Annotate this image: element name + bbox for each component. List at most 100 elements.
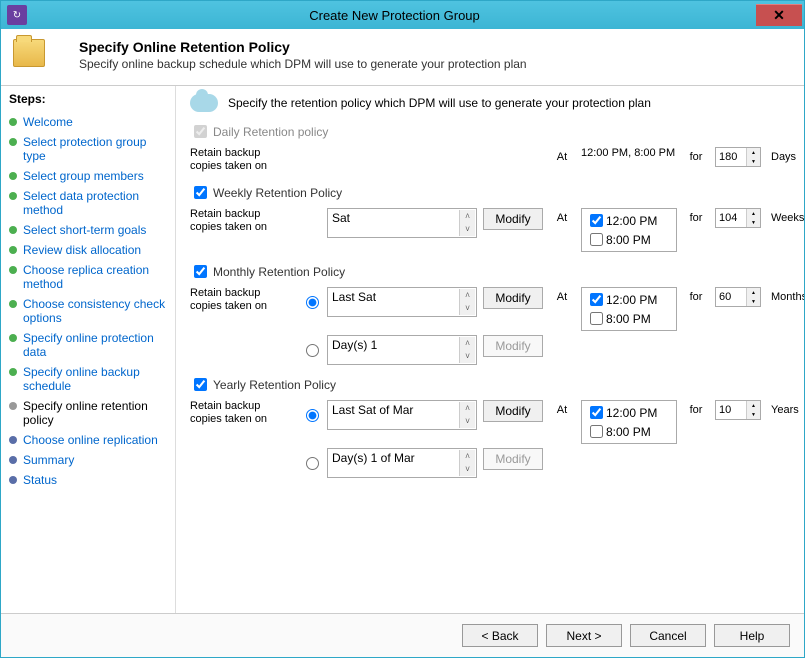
monthly-title: Monthly Retention Policy — [213, 265, 345, 279]
step-bullet-icon — [9, 246, 17, 254]
titlebar: ↻ Create New Protection Group ✕ — [1, 1, 804, 29]
weekly-title: Weekly Retention Policy — [213, 186, 342, 200]
monthly-time1-checkbox[interactable] — [590, 293, 603, 306]
step-4[interactable]: Select short-term goals — [9, 220, 171, 240]
daily-retain-label: Retain backup copies taken on — [190, 147, 295, 173]
step-label: Specify online retention policy — [23, 399, 171, 427]
daily-row: Retain backup copies taken on At 12:00 P… — [190, 147, 790, 173]
step-bullet-icon — [9, 368, 17, 376]
step-11[interactable]: Choose online replication — [9, 430, 171, 450]
yearly-radio-day[interactable] — [306, 457, 319, 470]
step-10: Specify online retention policy — [9, 396, 171, 430]
monthly-radio-day[interactable] — [306, 344, 319, 357]
step-6[interactable]: Choose replica creation method — [9, 260, 171, 294]
step-bullet-icon — [9, 402, 17, 410]
yearly-unit: Years — [771, 400, 804, 416]
monthly-opt2-value: Day(s) 1 — [332, 338, 472, 352]
weekly-unit: Weeks — [771, 208, 804, 224]
weekly-time1: 12:00 PM — [606, 214, 657, 228]
daily-value-spinner[interactable]: 180 ▲▼ — [715, 147, 761, 167]
step-label: Specify online backup schedule — [23, 365, 171, 393]
step-1[interactable]: Select protection group type — [9, 132, 171, 166]
yearly-radio-weekday[interactable] — [306, 409, 319, 422]
step-2[interactable]: Select group members — [9, 166, 171, 186]
weekly-time2: 8:00 PM — [606, 233, 651, 247]
yearly-value-spinner[interactable]: 10 ▲▼ — [715, 400, 761, 420]
monthly-modify-button-1[interactable]: Modify — [483, 287, 543, 309]
monthly-row-2: Day(s) 1 ᐱᐯ Modify — [190, 335, 790, 365]
back-button[interactable]: < Back — [462, 624, 538, 647]
daily-title: Daily Retention policy — [213, 125, 328, 139]
monthly-row-1: Retain backup copies taken on Last Sat ᐱ… — [190, 287, 790, 331]
weekly-value-spinner[interactable]: 104 ▲▼ — [715, 208, 761, 228]
yearly-modify-button-1[interactable]: Modify — [483, 400, 543, 422]
step-bullet-icon — [9, 226, 17, 234]
content-panel: Specify the retention policy which DPM w… — [176, 86, 804, 613]
next-button[interactable]: Next > — [546, 624, 622, 647]
monthly-retain-label: Retain backup copies taken on — [190, 287, 295, 313]
weekly-time-box: 12:00 PM 8:00 PM — [581, 208, 677, 252]
yearly-time1: 12:00 PM — [606, 406, 657, 420]
yearly-opt1-listbox[interactable]: Last Sat of Mar ᐱᐯ — [327, 400, 477, 430]
step-bullet-icon — [9, 300, 17, 308]
yearly-modify-button-2: Modify — [483, 448, 543, 470]
yearly-time1-checkbox[interactable] — [590, 406, 603, 419]
step-bullet-icon — [9, 436, 17, 444]
yearly-checkbox[interactable] — [194, 378, 207, 391]
step-label: Select group members — [23, 169, 144, 183]
monthly-opt2-listbox[interactable]: Day(s) 1 ᐱᐯ — [327, 335, 477, 365]
monthly-value: 60 — [716, 291, 746, 303]
step-label: Select data protection method — [23, 189, 171, 217]
weekly-checkbox[interactable] — [194, 186, 207, 199]
step-label: Choose consistency check options — [23, 297, 171, 325]
cancel-button[interactable]: Cancel — [630, 624, 706, 647]
step-bullet-icon — [9, 118, 17, 126]
weekly-schedule-listbox[interactable]: Sat ᐱᐯ — [327, 208, 477, 238]
step-8[interactable]: Specify online protection data — [9, 328, 171, 362]
yearly-time2-checkbox[interactable] — [590, 425, 603, 438]
step-13[interactable]: Status — [9, 470, 171, 490]
monthly-time2-checkbox[interactable] — [590, 312, 603, 325]
weekly-row: Retain backup copies taken on Sat ᐱᐯ Mod… — [190, 208, 790, 252]
weekly-time1-checkbox[interactable] — [590, 214, 603, 227]
step-3[interactable]: Select data protection method — [9, 186, 171, 220]
step-bullet-icon — [9, 334, 17, 342]
daily-checkbox — [194, 125, 207, 138]
weekly-modify-button[interactable]: Modify — [483, 208, 543, 230]
step-0[interactable]: Welcome — [9, 112, 171, 132]
step-7[interactable]: Choose consistency check options — [9, 294, 171, 328]
steps-title: Steps: — [9, 92, 171, 106]
daily-section-header: Daily Retention policy — [190, 122, 790, 141]
yearly-section-header: Yearly Retention Policy — [190, 375, 790, 394]
weekly-schedule-value: Sat — [332, 211, 472, 225]
step-9[interactable]: Specify online backup schedule — [9, 362, 171, 396]
monthly-opt1-listbox[interactable]: Last Sat ᐱᐯ — [327, 287, 477, 317]
monthly-checkbox[interactable] — [194, 265, 207, 278]
help-button[interactable]: Help — [714, 624, 790, 647]
folder-icon — [13, 39, 45, 67]
monthly-modify-button-2: Modify — [483, 335, 543, 357]
yearly-time2: 8:00 PM — [606, 425, 651, 439]
monthly-time2: 8:00 PM — [606, 312, 651, 326]
window-title: Create New Protection Group — [33, 8, 756, 23]
yearly-row-2: Day(s) 1 of Mar ᐱᐯ Modify — [190, 448, 790, 478]
monthly-unit: Months — [771, 287, 804, 303]
step-12[interactable]: Summary — [9, 450, 171, 470]
yearly-opt2-value: Day(s) 1 of Mar — [332, 451, 472, 465]
step-bullet-icon — [9, 138, 17, 146]
for-label-weekly: for — [683, 208, 709, 224]
page-subtitle: Specify online backup schedule which DPM… — [79, 57, 784, 71]
step-label: Status — [23, 473, 57, 487]
monthly-radio-weekday[interactable] — [306, 296, 319, 309]
monthly-section-header: Monthly Retention Policy — [190, 262, 790, 281]
yearly-opt2-listbox[interactable]: Day(s) 1 of Mar ᐱᐯ — [327, 448, 477, 478]
monthly-value-spinner[interactable]: 60 ▲▼ — [715, 287, 761, 307]
at-label-yearly: At — [549, 400, 575, 416]
weekly-value: 104 — [716, 212, 746, 224]
weekly-time2-checkbox[interactable] — [590, 233, 603, 246]
for-label-monthly: for — [683, 287, 709, 303]
close-button[interactable]: ✕ — [756, 4, 802, 26]
step-5[interactable]: Review disk allocation — [9, 240, 171, 260]
step-bullet-icon — [9, 192, 17, 200]
steps-panel: Steps: WelcomeSelect protection group ty… — [1, 86, 176, 613]
